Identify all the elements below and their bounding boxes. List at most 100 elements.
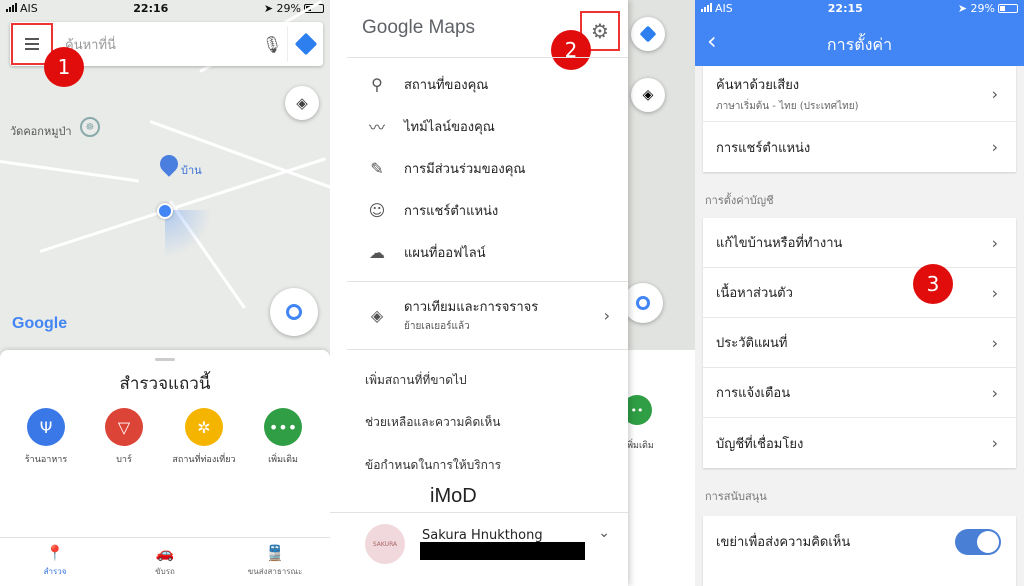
- setting-label: ค้นหาด้วยเสียง: [716, 77, 800, 93]
- temple-icon: ☸: [80, 117, 100, 137]
- microphone-icon[interactable]: 🎙: [257, 35, 287, 54]
- setting-personal-content[interactable]: เนื้อหาส่วนตัว ›: [703, 268, 1016, 318]
- carrier: AIS: [715, 1, 733, 15]
- ferris-wheel-icon: ✲: [185, 408, 223, 446]
- search-input[interactable]: ค้นหาที่นี่: [53, 34, 257, 55]
- location-arrow-icon: ➤: [957, 1, 968, 15]
- chevron-right-icon: ›: [603, 305, 610, 325]
- category-label: ร้านอาหาร: [24, 455, 68, 465]
- section-account-settings: การตั้งค่าบัญชี: [705, 194, 774, 207]
- pin-icon: 📍: [45, 544, 65, 562]
- menu-timeline[interactable]: 〰 ไทม์ไลน์ของคุณ: [330, 105, 628, 147]
- category-label: บาร์: [116, 455, 132, 465]
- redaction-bar: [420, 542, 585, 560]
- setting-linked-accounts[interactable]: บัญชีที่เชื่อมโยง ›: [703, 418, 1016, 468]
- layers-icon: ◈: [370, 305, 384, 325]
- car-icon: 🚗: [155, 544, 175, 562]
- battery-icon: [997, 4, 1018, 13]
- avatar: SAKURA: [365, 524, 405, 564]
- cocktail-icon: ▽: [105, 408, 143, 446]
- setting-label: การแชร์ตำแหน่ง: [716, 140, 811, 156]
- place-pin-icon: ⚲: [371, 74, 383, 94]
- menu-label: ดาวเทียมและการจราจร: [404, 300, 539, 315]
- menu-label: แผนที่ออฟไลน์: [404, 245, 486, 261]
- layers-button[interactable]: ◈: [285, 86, 319, 120]
- carrier: AIS: [20, 1, 38, 15]
- chevron-right-icon: ›: [991, 137, 998, 157]
- home-pin-icon[interactable]: [156, 151, 182, 177]
- setting-label: บัญชีที่เชื่อมโยง: [716, 436, 804, 452]
- menu-location-sharing[interactable]: ☺ การแชร์ตำแหน่ง: [330, 189, 628, 231]
- menu-contributions[interactable]: ✎ การมีส่วนร่วมของคุณ: [330, 147, 628, 189]
- divider: [347, 349, 628, 350]
- setting-label: ประวัติแผนที่: [716, 336, 788, 351]
- chevron-right-icon: ›: [991, 283, 998, 302]
- setting-notifications[interactable]: การแจ้งเตือน ›: [703, 368, 1016, 418]
- my-location-button[interactable]: [270, 288, 318, 336]
- menu-offline-maps[interactable]: ☁ แผนที่ออฟไลน์: [330, 231, 628, 273]
- more-dots-icon: •••: [264, 408, 302, 446]
- directions-icon: [639, 25, 657, 43]
- layers-icon: ◈: [631, 78, 665, 112]
- section-support: การสนับสนุน: [705, 490, 767, 503]
- category-restaurants[interactable]: Ψ ร้านอาหาร: [6, 408, 86, 466]
- explore-title: สำรวจแถวนี้: [119, 374, 211, 394]
- link-help-feedback[interactable]: ช่วยเหลือและความคิดเห็น: [365, 413, 500, 432]
- cloud-off-icon: ☁: [369, 242, 385, 262]
- category-bars[interactable]: ▽ บาร์: [84, 408, 164, 466]
- menu-satellite-traffic[interactable]: ◈ ดาวเทียมและการจราจร ย้ายเลเยอร์แล้ว ›: [330, 293, 628, 337]
- nav-driving[interactable]: 🚗 ขับรถ: [110, 538, 220, 586]
- divider: [347, 57, 628, 58]
- setting-label: แก้ไขบ้านหรือที่ทำงาน: [716, 236, 843, 251]
- watermark-logo: iMoD: [430, 485, 477, 507]
- nav-label: ขนส่งสาธารณะ: [247, 567, 303, 576]
- layers-icon: ◈: [296, 94, 308, 112]
- divider: [330, 512, 628, 513]
- navigation-drawer: Google Maps ⚙ 2 ⚲ สถานที่ของคุณ 〰ไทม์ไลน์…: [330, 0, 628, 586]
- directions-button[interactable]: [287, 26, 323, 62]
- side-drawer-screen: ◈ •• เพิ่มเติม Google Maps ⚙ 2 ⚲ สถานที่ข…: [330, 0, 695, 586]
- settings-screen: AIS 22:15 ➤ 29% ‹ การตั้งค่า ค้นหาด้วยเส…: [695, 0, 1024, 586]
- menu-label: สถานที่ของคุณ: [404, 77, 489, 93]
- menu-label: ไทม์ไลน์ของคุณ: [404, 119, 495, 135]
- signal-icon: [6, 2, 17, 12]
- nav-explore[interactable]: 📍 สำรวจ: [0, 538, 110, 586]
- status-bar: AIS 22:16 ➤ 29%: [0, 0, 330, 16]
- link-add-missing-place[interactable]: เพิ่มสถานที่ที่ขาดไป: [365, 371, 467, 390]
- shake-feedback-toggle[interactable]: [955, 529, 1001, 555]
- map-label-home[interactable]: บ้าน: [181, 161, 202, 179]
- settings-card-account: แก้ไขบ้านหรือที่ทำงาน › เนื้อหาส่วนตัว › ป…: [703, 218, 1016, 468]
- menu-sublabel: ย้ายเลเยอร์แล้ว: [404, 321, 470, 332]
- edit-comment-icon: ✎: [370, 158, 384, 178]
- chevron-down-icon[interactable]: ⌄: [598, 525, 610, 541]
- account-switcher[interactable]: SAKURA Sakura Hnukthong ⌄: [330, 515, 628, 586]
- settings-card-support: เขย่าเพื่อส่งความคิดเห็น: [703, 516, 1016, 586]
- current-location-dot: [157, 203, 173, 219]
- menu-your-places[interactable]: ⚲ สถานที่ของคุณ: [330, 63, 628, 105]
- setting-voice-search[interactable]: ค้นหาด้วยเสียง ภาษาเริ่มต้น - ไทย (ประเทศ…: [703, 66, 1016, 122]
- google-maps-logo: Google Maps: [362, 17, 476, 38]
- nav-transit[interactable]: 🚆 ขนส่งสาธารณะ: [220, 538, 330, 586]
- clock: 22:16: [133, 1, 169, 15]
- menu-label: การมีส่วนร่วมของคุณ: [404, 161, 526, 177]
- gear-icon: ⚙: [591, 19, 609, 43]
- setting-maps-history[interactable]: ประวัติแผนที่ ›: [703, 318, 1016, 368]
- map-label-temple: วัดคอกหมูป่า: [10, 125, 72, 138]
- chevron-right-icon: ›: [991, 383, 998, 402]
- sheet-drag-handle[interactable]: [155, 358, 175, 361]
- category-label: สถานที่ท่องเที่ยว: [172, 455, 236, 465]
- map-road: [0, 160, 139, 183]
- category-more[interactable]: ••• เพิ่มเติม: [243, 408, 323, 466]
- setting-edit-home-work[interactable]: แก้ไขบ้านหรือที่ทำงาน ›: [703, 218, 1016, 268]
- account-name: Sakura Hnukthong: [422, 528, 543, 543]
- signal-icon: [701, 2, 712, 12]
- person-share-icon: ☺: [368, 200, 386, 220]
- setting-label: เขย่าเพื่อส่งความคิดเห็น: [716, 534, 851, 550]
- directions-icon: [294, 32, 317, 56]
- category-attractions[interactable]: ✲ สถานที่ท่องเที่ยว: [164, 408, 244, 466]
- setting-location-sharing[interactable]: การแชร์ตำแหน่ง ›: [703, 122, 1016, 172]
- timeline-icon: 〰: [368, 118, 385, 137]
- link-terms[interactable]: ข้อกำหนดในการให้บริการ: [365, 456, 501, 475]
- setting-shake-feedback: เขย่าเพื่อส่งความคิดเห็น: [703, 516, 1016, 566]
- chevron-right-icon: ›: [991, 233, 998, 252]
